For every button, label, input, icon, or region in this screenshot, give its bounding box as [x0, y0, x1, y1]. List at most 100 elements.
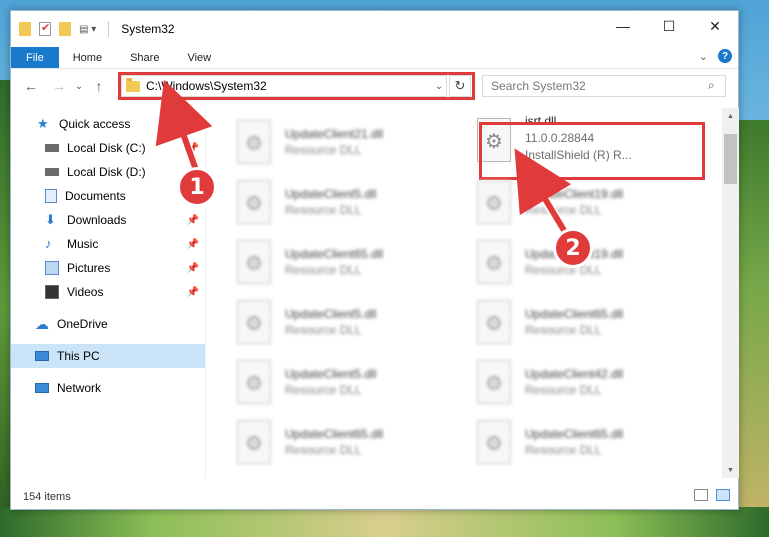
dll-file-icon	[237, 120, 271, 164]
sidebar-item-label: Downloads	[67, 213, 127, 227]
close-button[interactable]: ✕	[692, 11, 738, 41]
sidebar-item-label: Videos	[67, 285, 104, 299]
drive-icon	[45, 144, 59, 152]
sidebar-item-network[interactable]: Network	[11, 376, 205, 400]
customize-icon[interactable]: ▤ ▾	[79, 24, 96, 35]
file-type: Resource DLL	[285, 263, 362, 277]
sidebar-item-this-pc[interactable]: This PC	[11, 344, 205, 368]
forward-button[interactable]: →	[49, 78, 69, 94]
file-item[interactable]: UpdateClient19.dll Resource DLL	[477, 174, 707, 230]
sidebar-item-label: Local Disk (C:)	[67, 141, 146, 155]
file-type: Resource DLL	[285, 143, 362, 157]
sidebar-item-pictures[interactable]: Pictures 📌	[11, 256, 205, 280]
sidebar-item-music[interactable]: ♪ Music 📌	[11, 232, 205, 256]
file-item[interactable]: UpdateClient65.dll Resource DLL	[237, 414, 467, 470]
help-icon[interactable]: ?	[718, 49, 732, 63]
expand-ribbon-icon[interactable]: ⌄	[699, 50, 708, 63]
pin-icon[interactable]: 📌	[187, 239, 199, 250]
file-type: Resource DLL	[525, 203, 602, 217]
file-type: Resource DLL	[285, 203, 362, 217]
drive-icon	[45, 168, 59, 176]
music-icon: ♪	[45, 236, 52, 251]
qat-divider	[108, 21, 110, 37]
file-name: UpdateClient5.dll	[285, 307, 377, 321]
pictures-icon	[45, 261, 59, 275]
sidebar-item-label: Music	[67, 237, 99, 251]
videos-icon	[45, 285, 59, 299]
new-folder-icon[interactable]	[59, 22, 71, 36]
sidebar-item-documents[interactable]: Documents 📌	[11, 184, 205, 208]
file-item[interactable]: UpdateClient65.dll Resource DLL	[237, 234, 467, 290]
tab-share[interactable]: Share	[116, 47, 173, 68]
navigation-pane: ★ Quick access Local Disk (C:) 📌 Local D…	[11, 108, 205, 478]
dll-file-icon	[237, 420, 271, 464]
file-type: Resource DLL	[285, 323, 362, 337]
dll-file-icon	[237, 240, 271, 284]
file-name: UpdateClient21.dll	[285, 127, 384, 141]
file-name: UpdateClient65.dll	[285, 427, 384, 441]
dll-file-icon	[477, 420, 511, 464]
tab-home[interactable]: Home	[59, 47, 116, 68]
address-row: ← → ⌄ ↑ C:\Windows\System32 ⌄ ↻ Search S…	[11, 69, 738, 103]
status-bar: 154 items	[11, 484, 738, 509]
ribbon-right-controls: ⌄ ?	[699, 49, 732, 63]
file-list: UpdateClient21.dll Resource DLL UpdateCli…	[217, 108, 722, 478]
search-icon[interactable]: ⌕	[708, 78, 715, 93]
file-name: UpdateClient5.dll	[285, 187, 377, 201]
sidebar-item-local-disk-c[interactable]: Local Disk (C:) 📌	[11, 136, 205, 160]
dll-file-icon	[477, 360, 511, 404]
search-input[interactable]: Search System32	[482, 75, 726, 97]
network-icon	[35, 383, 49, 393]
file-item[interactable]: UpdateClient5.dll Resource DLL	[237, 174, 467, 230]
minimize-button[interactable]: —	[600, 11, 646, 41]
file-item[interactable]: UpdateClient65.dll Resource DLL	[477, 294, 707, 350]
file-type: Resource DLL	[525, 323, 602, 337]
large-icons-view-icon[interactable]	[716, 489, 730, 501]
sidebar-item-local-disk-d[interactable]: Local Disk (D:)	[11, 160, 205, 184]
file-highlight-box	[479, 122, 705, 180]
details-view-icon[interactable]	[694, 489, 708, 501]
file-item[interactable]: UpdateClient65.dll Resource DLL	[477, 414, 707, 470]
window-controls: — ☐ ✕	[600, 11, 738, 41]
star-icon: ★	[37, 116, 49, 131]
file-item[interactable]: UpdateClient5.dll Resource DLL	[237, 354, 467, 410]
dll-file-icon	[477, 240, 511, 284]
tab-file[interactable]: File	[11, 47, 59, 68]
pin-icon[interactable]: 📌	[187, 143, 199, 154]
file-name: UpdateClient65.dll	[525, 307, 624, 321]
pin-icon[interactable]: 📌	[187, 287, 199, 298]
properties-icon[interactable]: ✔	[39, 22, 51, 36]
sidebar-item-label: Quick access	[59, 117, 131, 131]
back-button[interactable]: ←	[21, 78, 41, 94]
file-item[interactable]: UpdateClient21.dll Resource DLL	[237, 114, 467, 170]
sidebar-item-onedrive[interactable]: ☁ OneDrive	[11, 312, 205, 336]
download-icon: ⬇	[45, 212, 56, 227]
file-type: Resource DLL	[285, 443, 362, 457]
maximize-button[interactable]: ☐	[646, 11, 692, 41]
sidebar-item-videos[interactable]: Videos 📌	[11, 280, 205, 304]
sidebar-item-label: Local Disk (D:)	[67, 165, 146, 179]
file-item[interactable]: UpdateClient5.dll Resource DLL	[237, 294, 467, 350]
annotation-callout-1: 1	[177, 167, 217, 207]
annotation-callout-2: 2	[553, 228, 593, 268]
sidebar-item-quick-access[interactable]: ★ Quick access	[11, 112, 205, 136]
scroll-up-icon[interactable]: ▲	[722, 108, 739, 124]
tab-view[interactable]: View	[173, 47, 225, 68]
item-count: 154 items	[23, 490, 71, 503]
scroll-down-icon[interactable]: ▼	[722, 462, 739, 478]
vertical-scrollbar[interactable]: ▲ ▼	[722, 108, 739, 478]
sidebar-item-downloads[interactable]: ⬇ Downloads 📌	[11, 208, 205, 232]
scroll-thumb[interactable]	[724, 134, 737, 184]
view-buttons	[694, 489, 730, 501]
window-title: System32	[121, 22, 175, 36]
sidebar-item-label: Network	[57, 381, 102, 395]
recent-locations-button[interactable]: ⌄	[69, 81, 89, 92]
sidebar-item-label: This PC	[57, 349, 100, 363]
pin-icon[interactable]: 📌	[187, 263, 199, 274]
sidebar-item-label: Pictures	[67, 261, 111, 275]
sidebar-item-label: OneDrive	[57, 317, 108, 331]
file-item[interactable]: UpdateClient42.dll Resource DLL	[477, 354, 707, 410]
pin-icon[interactable]: 📌	[187, 215, 199, 226]
up-button[interactable]: ↑	[89, 78, 109, 94]
file-type: Resource DLL	[525, 443, 602, 457]
